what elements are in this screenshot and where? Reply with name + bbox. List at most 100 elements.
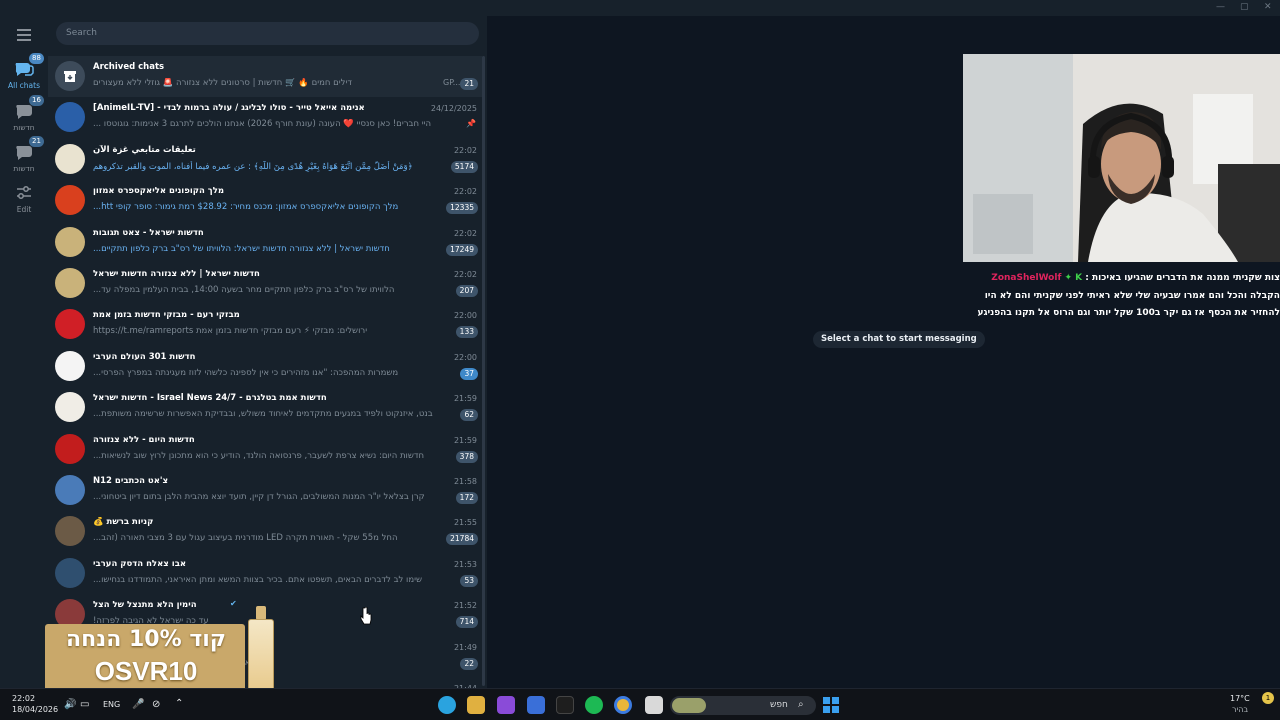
microphone-icon[interactable]: 🎤 — [132, 699, 144, 710]
chat-row[interactable]: חדשות 301 העולם הערבי משמרות המהפכה: "אנו… — [48, 346, 482, 387]
chat-avatar — [55, 143, 85, 174]
weather-desc[interactable]: בהיר — [1232, 705, 1248, 714]
terminal-icon[interactable] — [556, 696, 574, 714]
chats-icon: 88 — [13, 53, 44, 78]
chat-name: צ'אט הכתבים N12 — [93, 476, 169, 486]
webcam-overlay — [963, 54, 1280, 262]
close-icon[interactable]: ✕ — [1264, 2, 1272, 12]
chat-avatar — [55, 433, 85, 464]
chrome-icon[interactable] — [614, 696, 632, 714]
chat-row[interactable]: חדשות היום - ללא צנזורה חדשות היום: נשיא … — [48, 429, 482, 470]
chat-name: אבו צאלח הדסק הערבי — [93, 558, 187, 569]
chat-preview: היי חברים! כאן סנסיי ❤️ העונה (עונת חורף… — [93, 119, 432, 130]
chat-time: 21:55 — [453, 518, 477, 528]
chat-time: 22:02 — [453, 228, 477, 238]
mouse-cursor-icon — [360, 607, 372, 625]
chat-avatar — [55, 309, 85, 340]
unread-badge: 378 — [455, 450, 478, 463]
unread-badge: 88 — [29, 53, 44, 64]
chat-row[interactable]: חדשות ישראל | ללא צנזורה חדשות ישראל הלוו… — [48, 263, 482, 304]
chat-row[interactable]: מלך הקופונים אליאקספרס אמזון מלך הקופונים… — [48, 180, 482, 221]
chat-time: 21:58 — [453, 477, 477, 486]
chevron-up-icon[interactable]: ⌃ — [175, 698, 183, 709]
telegram-icon[interactable] — [438, 696, 456, 714]
unread-badge: 16 — [29, 95, 44, 106]
apps-grid-icon[interactable] — [527, 696, 545, 714]
ad-text-discount: קוד 10% הנחה — [66, 627, 226, 652]
chat-time: 22:02 — [453, 145, 477, 155]
folder-news-1[interactable]: 16 חדשות — [0, 95, 48, 132]
stream-chat-message: צות שקניתי ממנה את הדברים שהגיעו באיכות … — [1085, 273, 1280, 283]
folder-all-chats[interactable]: 88 All chats — [0, 53, 48, 90]
chat-row[interactable]: מבזקי רעם - מבזקי חדשות בזמן אמת ירושלים:… — [48, 304, 482, 345]
chat-preview: ירושלים: מבזקי ⚡ רעם מבזקי חדשות בזמן אמ… — [93, 326, 368, 337]
app-icon-purple[interactable] — [497, 696, 515, 714]
window-titlebar: — ▢ ✕ — [0, 0, 1280, 16]
chat-preview: משמרות המהפכה: "אנו מזהירים כי אין לספינ… — [93, 367, 399, 378]
windows-start-icon[interactable] — [823, 697, 839, 713]
stream-chat-line-3: להחזיר את הכסף אז גם יקר ב100 שקל יותר ו… — [977, 308, 1280, 318]
search-highlight-image — [672, 698, 706, 713]
chat-avatar — [55, 350, 85, 381]
chat-row[interactable]: צ'אט הכתבים N12 קרן בצלאל יו"ר המנות המשו… — [48, 470, 482, 511]
search-input[interactable]: Search — [56, 22, 479, 45]
language-indicator[interactable]: ENG — [103, 700, 120, 709]
unread-badge: 22 — [460, 657, 478, 670]
weather-temp[interactable]: 17°C — [1230, 694, 1250, 703]
sliders-icon — [13, 184, 35, 202]
unread-badge: 207 — [455, 285, 478, 297]
unread-badge: 53 — [460, 574, 478, 587]
unread-badge: 12335 — [446, 202, 478, 215]
chat-row[interactable]: חדשות ישראל - צאט תגובות חדשות ישראל | לל… — [48, 222, 482, 263]
chat-time: 24/12/2025 — [430, 104, 477, 114]
pin-icon: 📌 — [466, 119, 476, 129]
chat-row[interactable]: אנימה אייאל טייר - סולו לבליגג / עולה בר… — [48, 97, 482, 138]
chat-preview: הלוויתו של רס"ב ברק כלפון תתקיים מחר בשע… — [93, 285, 395, 295]
chat-avatar — [55, 268, 85, 298]
unread-badge: 21 — [29, 136, 44, 147]
maximize-icon[interactable]: ▢ — [1240, 2, 1249, 12]
stream-chat-line-2: הקבלה והכל והם אמרו שבעיה שלי שלא ראיתי … — [984, 291, 1280, 301]
chat-list-scrollbar[interactable] — [482, 56, 485, 686]
notification-badge[interactable]: 1 — [1262, 692, 1274, 704]
taskbar-search-box[interactable]: חפש ⌕ — [670, 696, 816, 715]
chat-time: 21:53 — [453, 559, 477, 569]
folder-edit[interactable]: Edit — [0, 184, 48, 214]
clock-time[interactable]: 22:02 — [12, 694, 35, 703]
minimize-icon[interactable]: — — [1216, 2, 1225, 12]
empty-state-label: Select a chat to start messaging — [813, 331, 985, 348]
archived-chats-row[interactable]: Archived chats דילים חמים 🔥 🛒 חדשות | סרט… — [48, 56, 482, 97]
chat-time: 21:52 — [453, 601, 477, 611]
app-icon-tray[interactable] — [467, 696, 485, 714]
unread-badge: 37 — [460, 367, 478, 380]
chats-icon: 16 — [13, 95, 44, 120]
chat-row[interactable]: חדשות אמת בטלגרם - Israel News 24/7 - חד… — [48, 387, 482, 428]
folder-label: All chats — [7, 81, 40, 90]
file-explorer-icon[interactable] — [645, 696, 663, 714]
menu-icon[interactable] — [17, 29, 31, 44]
chat-time: 21:49 — [453, 642, 477, 652]
chat-avatar — [55, 226, 85, 257]
chat-avatar — [55, 102, 85, 133]
chat-name: חדשות ישראל | ללא צנזורה חדשות ישראל — [93, 269, 260, 279]
display-icon[interactable]: ▭ — [80, 699, 89, 710]
chat-time: 22:00 — [453, 352, 477, 362]
chat-time: 21:59 — [453, 394, 477, 404]
unread-badge: 714 — [455, 616, 478, 629]
volume-icon[interactable]: 🔊 — [64, 699, 76, 710]
chat-row[interactable]: تعليقات متابعي غزة الآن ﴿وَمَنْ أَضَلُّ م… — [48, 139, 482, 180]
folder-news-2[interactable]: 21 חדשות — [0, 136, 48, 173]
chat-avatar — [55, 475, 85, 505]
clock-date[interactable]: 18/04/2026 — [12, 705, 58, 714]
chat-preview: דילים חמים 🔥 🛒 חדשות | סרטונים ללא צנזור… — [93, 78, 353, 88]
archive-icon — [55, 61, 85, 91]
chat-row[interactable]: אבו צאלח הדסק הערבי שימו לב לדברים הבאים,… — [48, 553, 482, 594]
unread-badge: 21 — [460, 78, 478, 90]
chat-name: אנימה אייאל טייר - סולו לבליגג / עולה בר… — [93, 103, 365, 114]
wifi-icon[interactable]: ⊘ — [152, 699, 160, 710]
spotify-icon[interactable] — [585, 696, 603, 714]
chat-row[interactable]: קניות ברשת 💰 החל מ55 שקל - תאורת תקרה LED… — [48, 511, 482, 552]
promo-ad-overlay: קוד 10% הנחה OSVR10 — [45, 606, 277, 698]
perfume-bottle-image — [248, 606, 274, 698]
chat-preview: קרן בצלאל יו"ר המנות המשולבים, הגורל דן … — [93, 492, 425, 502]
